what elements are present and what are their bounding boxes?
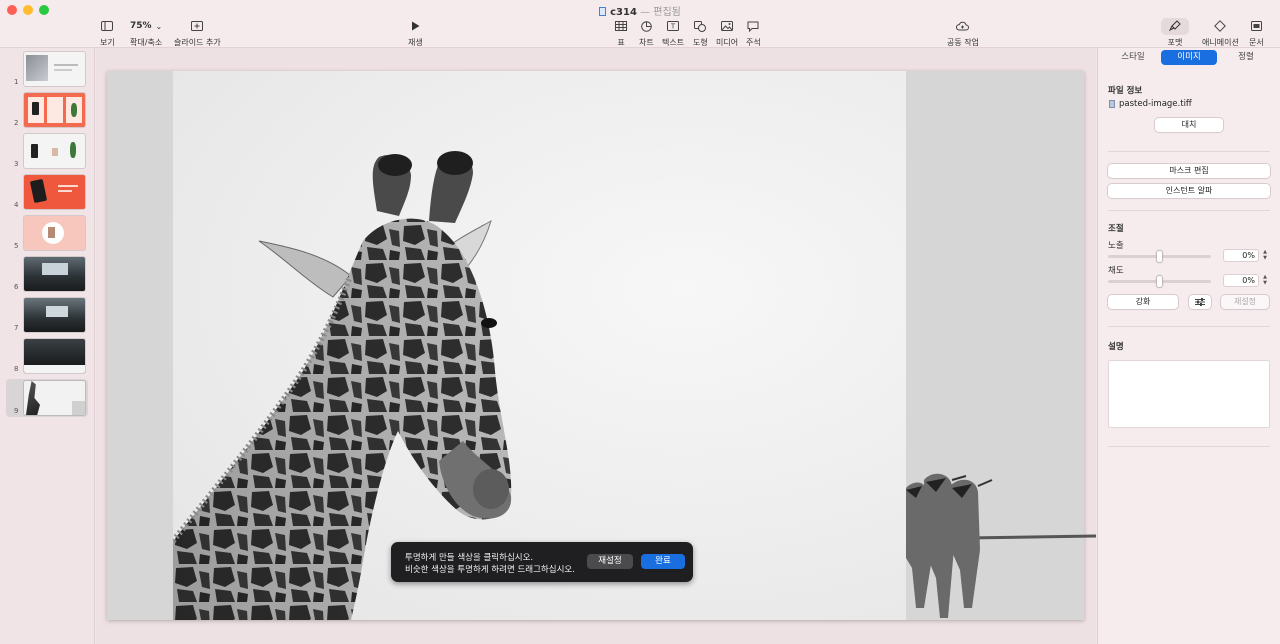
window-title: c314 — 편집됨 (0, 3, 1280, 18)
chart-icon (641, 20, 652, 32)
slide-thumbnail-7[interactable]: 7 (0, 296, 95, 334)
sidebar-icon (101, 21, 114, 31)
slide-thumbnail-3[interactable]: 3 (0, 132, 95, 170)
saturation-stepper[interactable]: ▲ ▼ (1261, 274, 1269, 287)
enhance-button[interactable]: 강화 (1108, 295, 1178, 309)
add-slide-button[interactable]: 슬라이드 추가 (174, 18, 221, 48)
tab-image[interactable]: 이미지 (1161, 50, 1217, 65)
slide-preview (24, 216, 85, 250)
slide-thumbnail-8[interactable]: 8 (0, 337, 95, 375)
chart-button[interactable]: 차트 (639, 18, 654, 48)
text-button[interactable]: T 텍스트 (662, 18, 684, 48)
slider-knob[interactable] (1157, 276, 1162, 287)
birds-on-wire-illustration (906, 473, 1096, 618)
animate-diamond-icon (1214, 20, 1227, 32)
comment-button[interactable]: 주석 (746, 18, 761, 48)
play-button[interactable]: 재생 (408, 18, 423, 48)
slide-preview (24, 339, 85, 373)
slider-knob[interactable] (1157, 251, 1162, 262)
description-field[interactable] (1108, 360, 1270, 428)
play-icon (411, 21, 420, 31)
divider (1108, 446, 1270, 447)
file-name: pasted-image.tiff (1119, 99, 1192, 109)
giraffe-image[interactable] (173, 71, 906, 620)
slide-preview (24, 52, 85, 86)
slide-preview (24, 175, 85, 209)
format-inspector: 스타일 이미지 정렬 파일 정보 pasted-image.tiff 대치 마스… (1097, 48, 1280, 644)
slide-thumbnail-9[interactable]: 9 (6, 379, 88, 417)
alpha-done-button[interactable]: 완료 (641, 554, 685, 569)
adjust-title: 조절 (1108, 224, 1124, 234)
slide-thumbnail-4[interactable]: 4 (0, 173, 95, 211)
svg-text:T: T (670, 23, 676, 31)
edit-mask-button[interactable]: 마스크 편집 (1108, 164, 1270, 178)
slide-thumbnail-2[interactable]: 2 (0, 91, 95, 129)
zoom-menu[interactable]: 75% ⌄ 확대/축소 (130, 18, 162, 48)
instant-alpha-overlay: 투명하게 만들 색상을 클릭하십시오. 비슷한 색상을 투명하게 하려면 드래그… (391, 542, 693, 582)
media-button[interactable]: 미디어 (716, 18, 738, 48)
tab-arrange[interactable]: 정렬 (1221, 50, 1271, 65)
collaborate-icon (956, 21, 970, 31)
description-title: 설명 (1108, 342, 1124, 352)
file-info: pasted-image.tiff (1109, 99, 1192, 109)
view-button[interactable]: 보기 (100, 18, 115, 48)
slide-preview (24, 381, 85, 415)
format-button[interactable]: 포맷 (1161, 17, 1189, 48)
animate-button[interactable]: 애니메이션 (1202, 18, 1239, 48)
file-info-title: 파일 정보 (1108, 86, 1143, 96)
stepper-down-icon[interactable]: ▼ (1261, 255, 1269, 261)
slide-thumbnail-5[interactable]: 5 (0, 214, 95, 252)
photo-icon (721, 21, 734, 31)
replace-button[interactable]: 대치 (1155, 118, 1223, 132)
exposure-field[interactable]: 0% (1223, 249, 1259, 262)
instant-alpha-button[interactable]: 인스턴트 알파 (1108, 184, 1270, 198)
inspector-tabs: 스타일 이미지 정렬 (1098, 50, 1280, 66)
giraffe-illustration (173, 151, 512, 620)
saturation-field[interactable]: 0% (1223, 274, 1259, 287)
shape-icon (694, 20, 707, 32)
slide-canvas[interactable]: 투명하게 만들 색상을 클릭하십시오. 비슷한 색상을 투명하게 하려면 드래그… (96, 48, 1096, 644)
exposure-label: 노출 (1108, 241, 1124, 251)
sliders-icon (1195, 298, 1205, 306)
table-button[interactable]: 표 (615, 18, 627, 48)
slide-navigator: 1 2 3 4 5 6 7 8 9 (0, 48, 95, 644)
textbox-icon: T (667, 21, 680, 31)
shape-button[interactable]: 도형 (693, 18, 708, 48)
chevron-down-icon: ⌄ (155, 21, 163, 31)
slide-preview (24, 257, 85, 291)
keynote-doc-icon (599, 7, 607, 16)
paintbrush-icon (1168, 19, 1181, 31)
birds-image[interactable] (906, 458, 1096, 620)
divider (1108, 326, 1270, 327)
toolbar: c314 — 편집됨 보기 75% ⌄ 확대/축소 슬라이드 추가 재생 표 차트… (0, 0, 1280, 48)
divider (1108, 151, 1270, 152)
slide-thumbnail-1[interactable]: 1 (0, 50, 95, 88)
divider (1108, 210, 1270, 211)
stepper-down-icon[interactable]: ▼ (1261, 280, 1269, 286)
collaborate-button[interactable]: 공동 작업 (947, 18, 979, 48)
table-icon (615, 21, 627, 31)
comment-icon (747, 21, 759, 32)
alpha-reset-button[interactable]: 재설정 (587, 554, 633, 569)
tab-style[interactable]: 스타일 (1108, 50, 1158, 65)
slide-thumbnail-6[interactable]: 6 (0, 255, 95, 293)
exposure-slider[interactable] (1108, 251, 1211, 262)
adjust-levels-button[interactable] (1189, 295, 1211, 309)
document-icon (1250, 21, 1262, 31)
slide-preview (24, 298, 85, 332)
saturation-label: 채도 (1108, 266, 1124, 276)
add-slide-icon (191, 21, 204, 31)
slide-preview (24, 134, 85, 168)
document-button[interactable]: 문서 (1249, 18, 1264, 48)
adjust-reset-button[interactable]: 재설정 (1221, 295, 1269, 309)
image-file-icon (1109, 100, 1115, 108)
exposure-stepper[interactable]: ▲ ▼ (1261, 249, 1269, 262)
slide-preview (24, 93, 85, 127)
saturation-slider[interactable] (1108, 276, 1211, 287)
